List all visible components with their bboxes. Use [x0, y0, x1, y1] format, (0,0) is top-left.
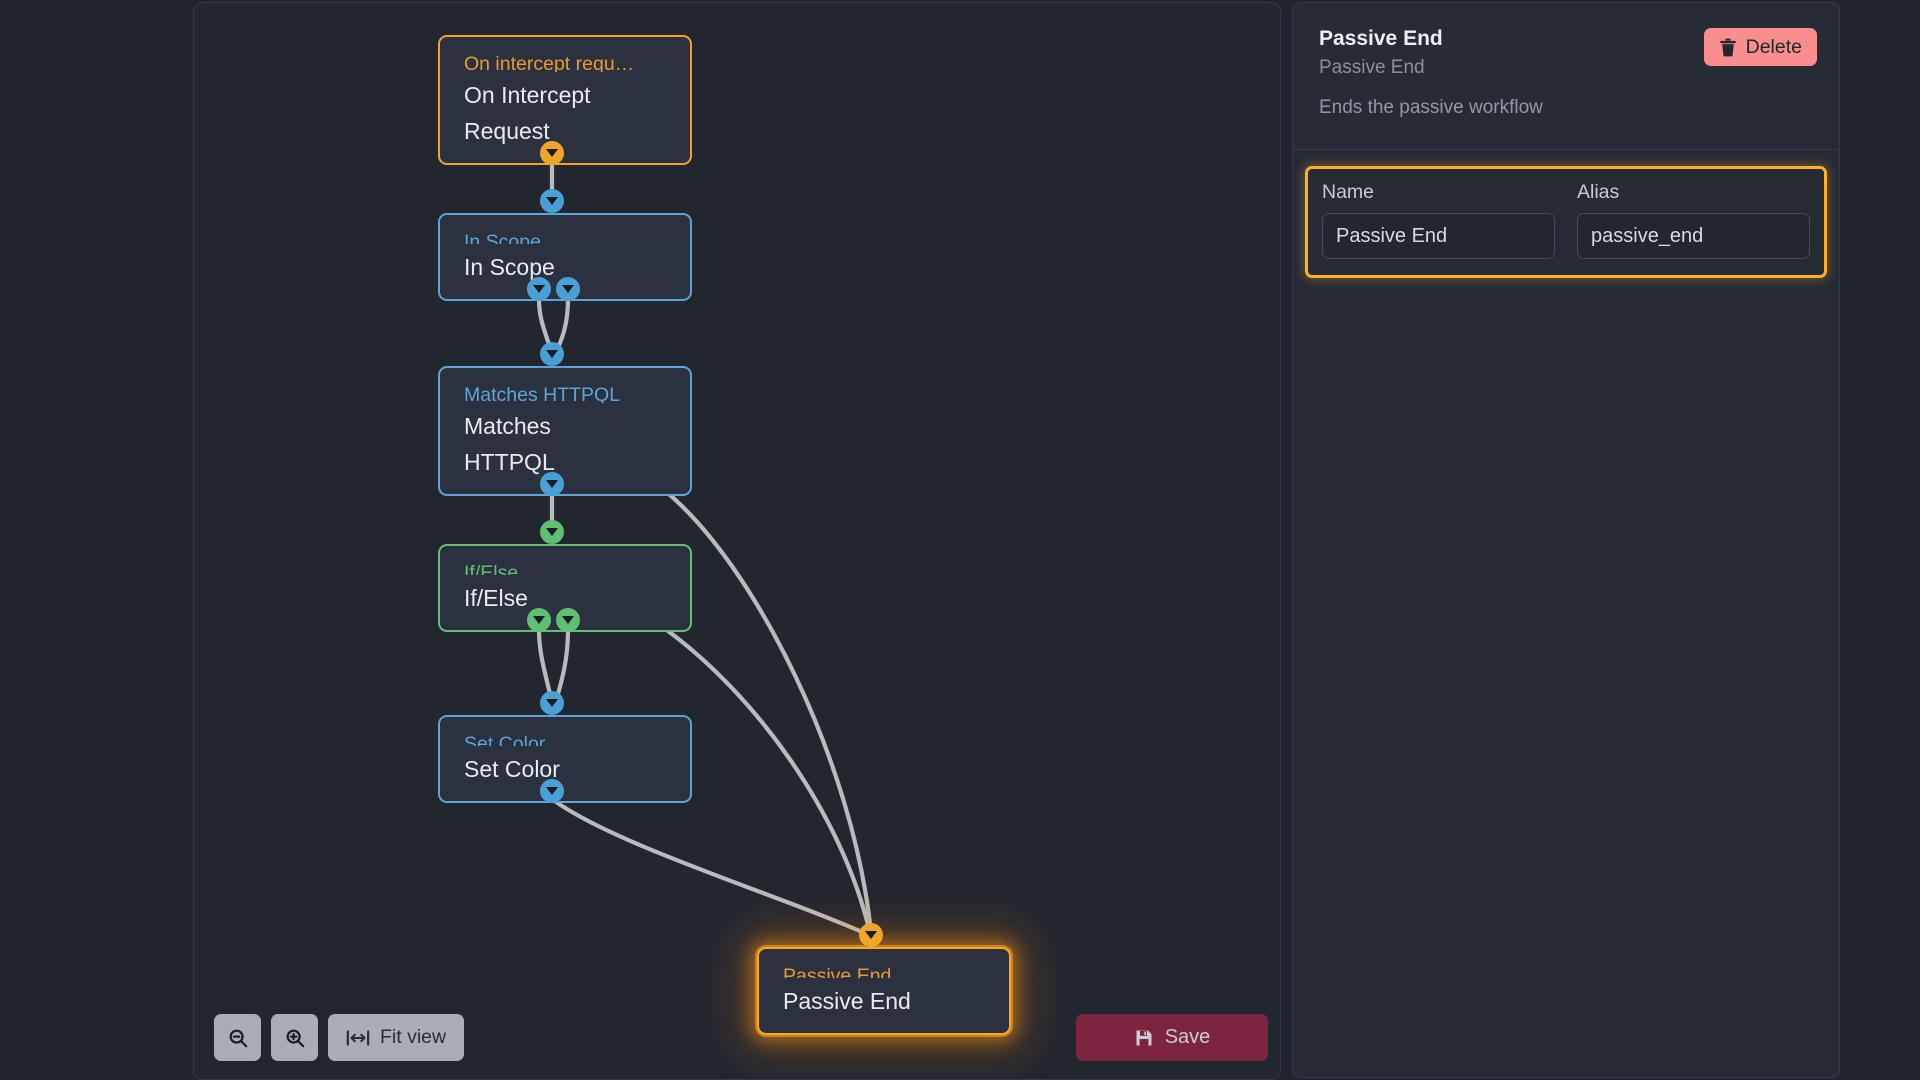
save-button[interactable]: Save: [1076, 1014, 1268, 1061]
node-handle-in_scope-bottom[interactable]: [527, 277, 551, 301]
node-handle-passive_end-top[interactable]: [859, 923, 883, 947]
node-handle-set_color-bottom[interactable]: [540, 779, 564, 803]
flow-edge[interactable]: [549, 796, 872, 938]
node-properties-form: Name Alias: [1305, 166, 1827, 278]
node-inspector-panel: Passive End Passive End Ends the passive…: [1292, 2, 1840, 1078]
flow-node-set_color[interactable]: Set Color Set Color: [438, 715, 692, 803]
node-type-label: In Scope: [464, 231, 541, 244]
chevron-down-icon: [546, 480, 558, 488]
node-title-label: Set Color: [464, 756, 560, 782]
field-alias: Alias: [1577, 181, 1810, 259]
node-handle-set_color-top[interactable]: [540, 691, 564, 715]
node-type-label: On intercept requ…: [464, 53, 635, 72]
trash-icon: [1719, 38, 1736, 56]
node-handle-in_scope-top[interactable]: [540, 189, 564, 213]
delete-button[interactable]: Delete: [1703, 28, 1817, 66]
node-type-label: Set Color: [464, 733, 546, 746]
inspector-description: Ends the passive workflow: [1319, 97, 1543, 118]
flow-edge[interactable]: [661, 625, 873, 936]
field-name: Name: [1322, 181, 1555, 259]
delete-label: Delete: [1745, 35, 1802, 58]
chevron-down-icon: [865, 931, 877, 939]
inspector-header: Passive End Passive End Ends the passive…: [1293, 3, 1839, 150]
flow-edge[interactable]: [661, 487, 874, 936]
flow-node-on_intercept_request[interactable]: On intercept requ… On Intercept Request: [438, 35, 692, 165]
node-title-label: On Intercept: [464, 82, 591, 108]
save-icon: [1136, 1030, 1152, 1045]
chevron-down-icon: [562, 616, 574, 624]
field-label-name: Name: [1322, 181, 1375, 203]
chevron-down-icon: [546, 350, 558, 358]
node-handle-if_else-bottom[interactable]: [527, 608, 551, 632]
node-type-label: Passive End: [783, 965, 892, 978]
node-handle-matches_httpql-bottom[interactable]: [540, 472, 564, 496]
chevron-down-icon: [546, 149, 558, 157]
save-label: Save: [1164, 1026, 1211, 1048]
zoom-in-button[interactable]: [271, 1014, 318, 1061]
chevron-down-icon: [533, 285, 545, 293]
zoom-out-icon: [229, 1029, 247, 1047]
zoom-out-button[interactable]: [214, 1014, 261, 1061]
node-type-label: If/Else: [464, 562, 519, 575]
node-title-label: Matches: [464, 413, 551, 439]
alias-input[interactable]: [1577, 213, 1810, 259]
node-handle-if_else-bottom2[interactable]: [556, 608, 580, 632]
fit-view-label: Fit view: [380, 1026, 447, 1048]
field-label-alias: Alias: [1577, 181, 1620, 203]
node-handle-matches_httpql-top[interactable]: [540, 342, 564, 366]
node-handle-in_scope-bottom2[interactable]: [556, 277, 580, 301]
node-handle-if_else-top[interactable]: [540, 520, 564, 544]
node-type-label: Matches HTTPQL: [464, 384, 621, 403]
node-title-label: Passive End: [783, 988, 911, 1014]
chevron-down-icon: [546, 699, 558, 707]
flow-canvas-panel[interactable]: On intercept requ… On Intercept Request In …: [193, 2, 1281, 1080]
zoom-in-icon: [286, 1029, 304, 1047]
chevron-down-icon: [546, 528, 558, 536]
chevron-down-icon: [562, 285, 574, 293]
edge-layer: [536, 160, 874, 938]
fit-view-icon: [346, 1029, 370, 1046]
workflow-editor: On intercept requ… On Intercept Request In …: [0, 0, 1920, 1080]
flow-controls: Fit view: [214, 1014, 465, 1061]
flow-surface[interactable]: On intercept requ… On Intercept Request In …: [194, 3, 1280, 1079]
name-input[interactable]: [1322, 213, 1555, 259]
fit-view-button[interactable]: Fit view: [328, 1014, 465, 1061]
node-title-label-line2: HTTPQL: [464, 449, 555, 475]
flow-node-matches_httpql[interactable]: Matches HTTPQL Matches HTTPQL: [438, 366, 692, 496]
flow-node-passive_end[interactable]: Passive End Passive End: [757, 947, 1011, 1035]
chevron-down-icon: [546, 787, 558, 795]
node-title-label-line2: Request: [464, 118, 550, 144]
chevron-down-icon: [533, 616, 545, 624]
chevron-down-icon: [546, 197, 558, 205]
node-handle-on_intercept_request-bottom[interactable]: [540, 141, 564, 165]
